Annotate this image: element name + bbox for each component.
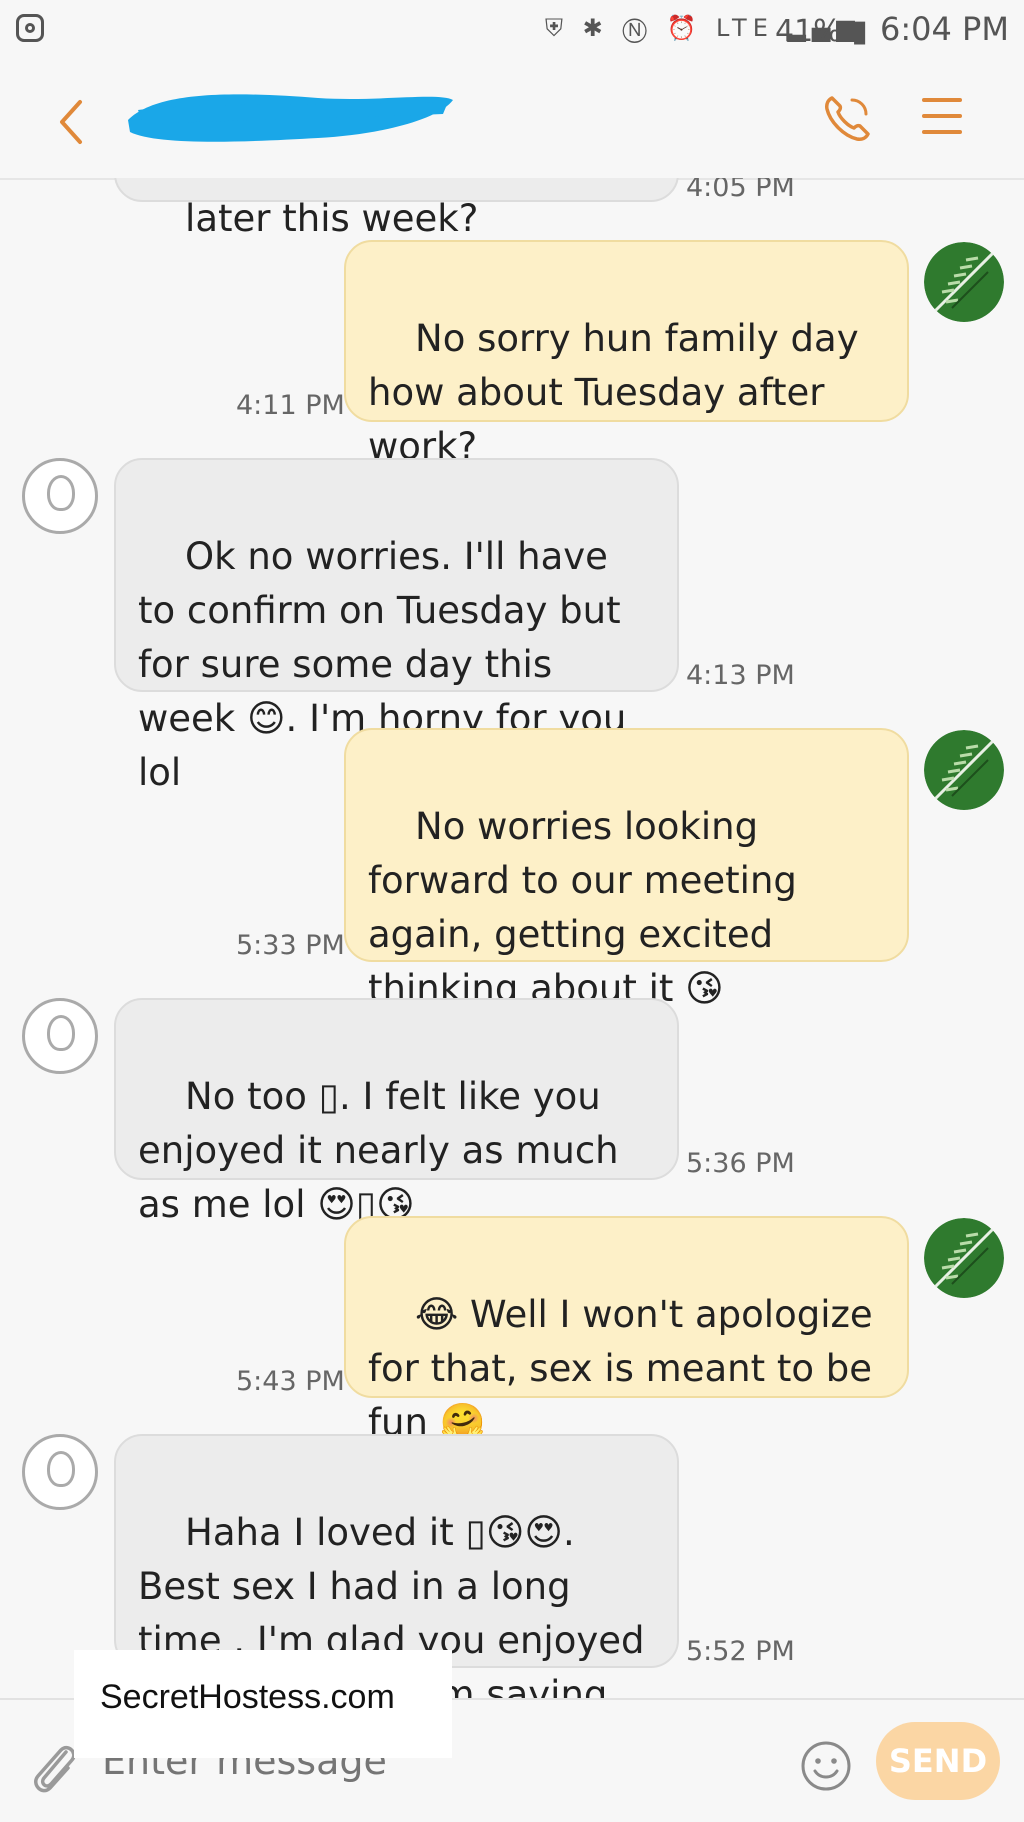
message-thread[interactable]: later this week? 4:05 PM No sorry hun fa… [0,178,1024,1698]
incoming-message[interactable]: Haha I loved it ▯😘😍. Best sex I had in a… [114,1434,679,1698]
message-timestamp: 5:43 PM [236,1366,345,1397]
message-text: 😂 Well I won't apologize for that, sex i… [368,1293,885,1444]
message-text: No worries looking forward to our meetin… [368,805,809,1010]
message-timestamp: 4:05 PM [686,178,795,203]
message-timestamp: 5:33 PM [236,930,345,961]
my-avatar [924,730,1004,810]
my-avatar [924,1218,1004,1298]
incoming-message[interactable]: later this week? [114,178,679,240]
contact-avatar[interactable] [22,1434,98,1510]
phone-icon [825,96,870,141]
battery-level: 41% ▮ [775,14,868,49]
send-button[interactable]: SEND [876,1722,1000,1800]
menu-icon-bar [922,130,962,134]
menu-icon-bar [922,114,962,118]
incoming-message[interactable]: No too ▯. I felt like you enjoyed it nea… [114,998,679,1226]
incoming-message[interactable]: Ok no worries. I'll have to confirm on T… [114,458,679,794]
smiley-icon [801,1741,851,1791]
message-timestamp: 4:13 PM [686,660,795,691]
conversation-header [0,62,1024,180]
watermark: SecretHostess.com [74,1650,452,1758]
menu-icon-bar [922,98,962,102]
contact-avatar[interactable] [22,458,98,534]
message-timestamp: 5:52 PM [686,1636,795,1667]
attach-button[interactable] [28,1738,78,1794]
call-button[interactable] [820,92,874,146]
emoji-button[interactable] [800,1740,852,1792]
outgoing-message[interactable]: No sorry hun family day how about Tuesda… [344,240,909,468]
message-text: later this week? [185,197,479,240]
outgoing-message[interactable]: No worries looking forward to our meetin… [344,728,909,1010]
message-text: No too ▯. I felt like you enjoyed it nea… [138,1075,631,1226]
instagram-icon [16,14,44,42]
paperclip-icon [34,1745,76,1793]
message-timestamp: 4:11 PM [236,390,345,421]
menu-button[interactable] [922,98,962,138]
contact-name-redacted [118,80,458,150]
message-timestamp: 5:36 PM [686,1148,795,1179]
message-text: No sorry hun family day how about Tuesda… [368,317,871,468]
clock: 6:04 PM [880,10,1009,48]
my-avatar [924,242,1004,322]
back-button[interactable] [48,92,98,152]
outgoing-message[interactable]: 😂 Well I won't apologize for that, sex i… [344,1216,909,1444]
chevron-left-icon [60,100,82,144]
status-bar: ⛨ ✱ Ⓝ ⏰ LTE ▂▄▆ 41% ▮ 6:04 PM [0,0,1024,62]
contact-avatar[interactable] [22,998,98,1074]
